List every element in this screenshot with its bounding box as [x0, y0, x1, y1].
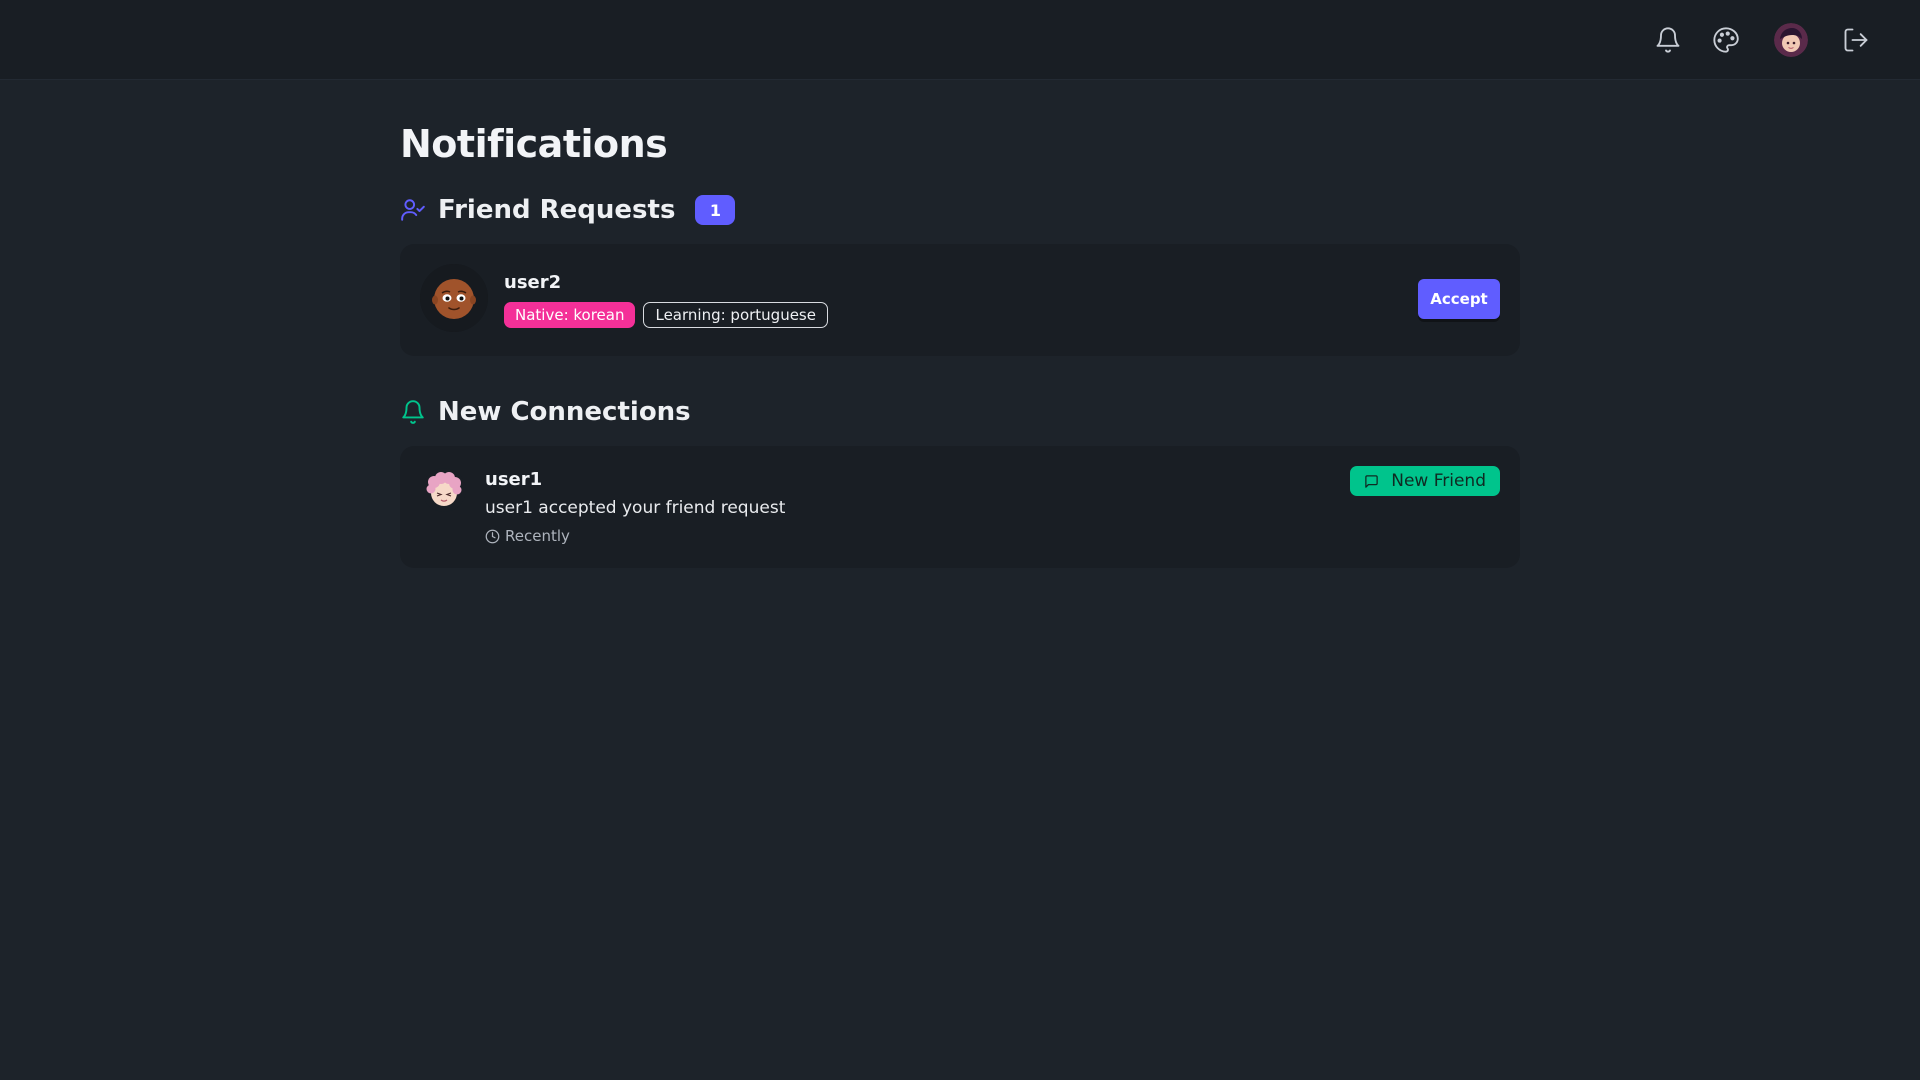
new-friend-label: New Friend — [1391, 471, 1486, 491]
friend-request-card: user2 Native: korean Learning: portugues… — [400, 244, 1520, 356]
connection-name: user1 — [485, 469, 543, 490]
connection-time-label: Recently — [505, 527, 570, 545]
user1-avatar-image — [422, 468, 466, 512]
language-tags: Native: korean Learning: portuguese — [504, 302, 828, 328]
bell-icon — [400, 399, 426, 425]
friend-requests-header: Friend Requests 1 — [400, 190, 1520, 230]
friend-requests-count-badge: 1 — [695, 195, 736, 225]
logout-icon — [1844, 28, 1868, 52]
top-navbar — [0, 0, 1920, 80]
logout-button[interactable] — [1840, 24, 1872, 56]
message-square-icon — [1365, 474, 1378, 488]
new-connections-header: New Connections — [400, 392, 1520, 432]
new-connections-title: New Connections — [438, 397, 691, 427]
main-content: Notifications Friend Requests 1 user2 Na… — [400, 80, 1520, 568]
page-title: Notifications — [400, 122, 668, 166]
native-language-badge: Native: korean — [504, 302, 636, 328]
requester-name: user2 — [504, 272, 562, 293]
navbar-actions — [1652, 0, 1872, 80]
notifications-button[interactable] — [1652, 24, 1684, 56]
learning-language-badge: Learning: portuguese — [643, 302, 828, 328]
clock-icon — [485, 529, 500, 543]
palette-icon — [1713, 27, 1739, 53]
user2-avatar-image — [420, 264, 488, 332]
theme-button[interactable] — [1710, 24, 1742, 56]
accept-button[interactable]: Accept — [1418, 279, 1500, 319]
connection-time: Recently — [485, 527, 570, 545]
connection-card: user1 user1 accepted your friend request… — [400, 446, 1520, 568]
connection-message: user1 accepted your friend request — [485, 498, 786, 518]
friend-requests-title: Friend Requests — [438, 195, 676, 225]
avatar — [420, 264, 488, 332]
profile-avatar[interactable] — [1774, 23, 1808, 57]
profile-avatar-image — [1774, 23, 1808, 57]
user-check-icon — [400, 197, 426, 223]
avatar — [422, 468, 466, 512]
bell-icon — [1656, 27, 1680, 53]
new-friend-badge: New Friend — [1350, 466, 1500, 496]
